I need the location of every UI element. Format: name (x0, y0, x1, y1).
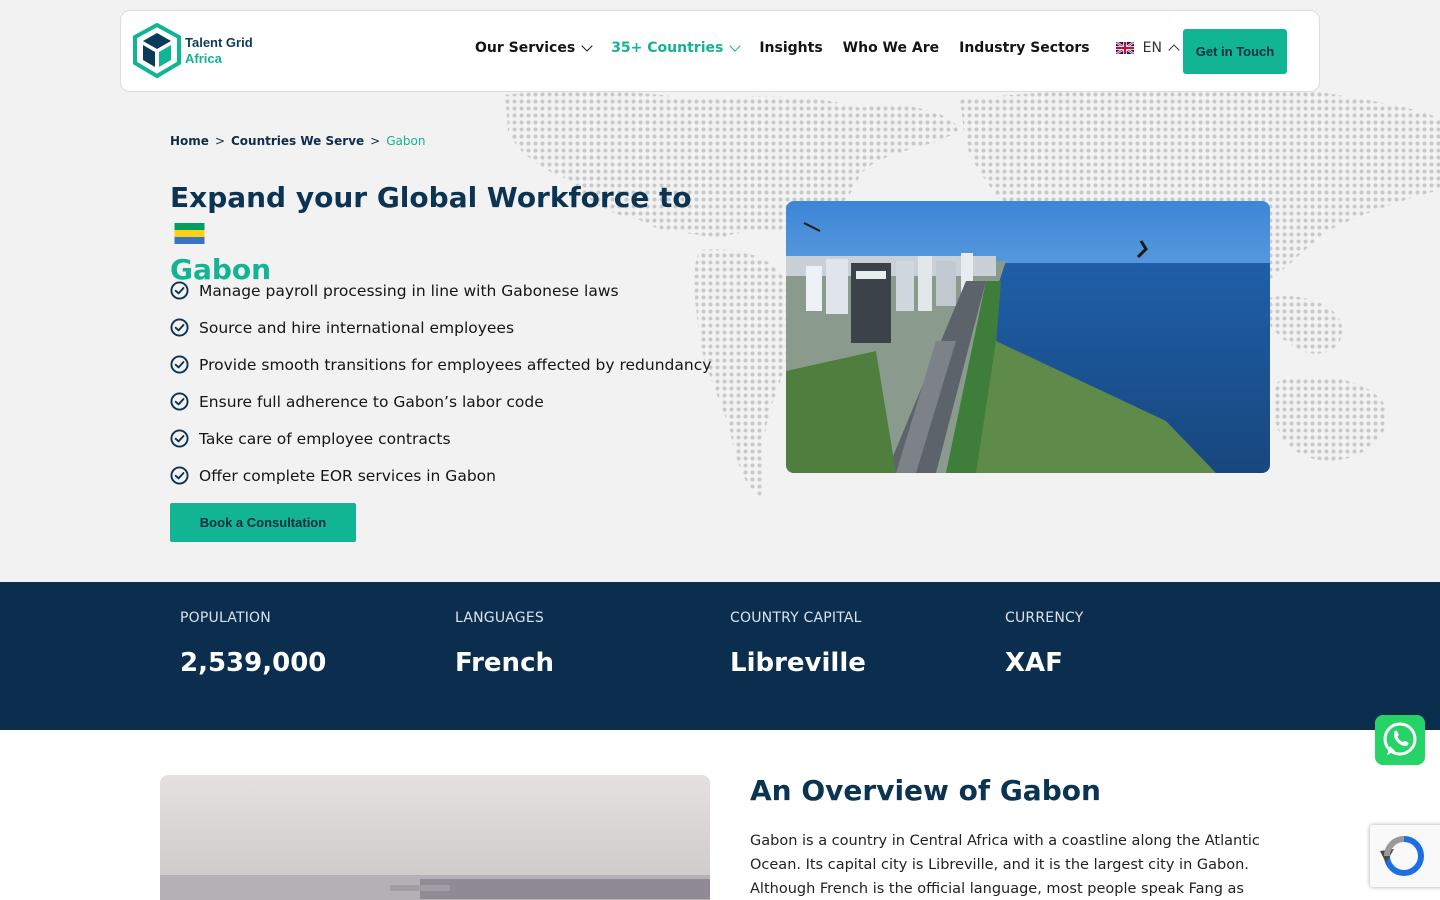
main-nav: Our Services 35+ Countries Insights Who … (475, 39, 1198, 56)
benefits-list: Manage payroll processing in line with G… (170, 272, 711, 494)
logo-text-line1: Talent Grid (185, 35, 253, 50)
nav-who-we-are[interactable]: Who We Are (843, 40, 939, 56)
stat-value: French (455, 648, 554, 678)
get-in-touch-button[interactable]: Get in Touch (1183, 29, 1287, 74)
stat-currency: CURRENCY XAF (1005, 610, 1083, 678)
stat-label: COUNTRY CAPITAL (730, 610, 862, 626)
nav-insights[interactable]: Insights (759, 40, 822, 56)
hero-title-line1: Expand your Global Workforce to (170, 181, 692, 214)
list-item: Offer complete EOR services in Gabon (170, 457, 711, 494)
list-item: Take care of employee contracts (170, 420, 711, 457)
recaptcha-icon (1380, 836, 1424, 876)
list-item-text: Manage payroll processing in line with G… (199, 281, 619, 300)
breadcrumb-separator: > (370, 134, 381, 148)
logo[interactable]: Talent Grid Africa (133, 23, 253, 79)
breadcrumb-countries[interactable]: Countries We Serve (231, 134, 364, 148)
nav-our-services-label: Our Services (475, 40, 576, 56)
gabon-flag-icon (174, 223, 205, 244)
stat-value: XAF (1005, 648, 1063, 678)
chevron-up-icon (1168, 44, 1180, 56)
stat-label: POPULATION (180, 610, 271, 626)
check-circle-icon (170, 466, 189, 485)
logo-cube-icon (133, 23, 181, 79)
breadcrumb: Home > Countries We Serve > Gabon (170, 134, 425, 148)
list-item-text: Source and hire international employees (199, 318, 515, 337)
stat-value: 2,539,000 (180, 648, 327, 678)
whatsapp-chat-button[interactable] (1375, 715, 1425, 765)
nav-countries[interactable]: 35+ Countries (611, 39, 741, 56)
breadcrumb-home[interactable]: Home (170, 134, 209, 148)
nav-who-we-are-label: Who We Are (842, 40, 940, 56)
country-stats-band: POPULATION 2,539,000 LANGUAGES French CO… (0, 582, 1440, 730)
chevron-down-icon (581, 39, 593, 52)
check-circle-icon (170, 281, 189, 300)
nav-our-services[interactable]: Our Services (475, 39, 593, 56)
site-header: Talent Grid Africa Our Services 35+ Coun… (120, 10, 1320, 92)
whatsapp-icon (1383, 722, 1417, 756)
list-item: Ensure full adherence to Gabon’s labor c… (170, 383, 711, 420)
language-switcher[interactable]: EN (1115, 40, 1180, 56)
check-circle-icon (170, 392, 189, 411)
book-consultation-button[interactable]: Book a Consultation (170, 503, 356, 542)
list-item: Provide smooth transitions for employees… (170, 346, 711, 383)
list-item-text: Offer complete EOR services in Gabon (199, 466, 496, 485)
list-item-text: Provide smooth transitions for employees… (199, 355, 712, 374)
stat-label: CURRENCY (1005, 610, 1084, 626)
logo-text-line2: Africa (185, 51, 222, 66)
uk-flag-icon (1115, 42, 1134, 54)
nav-countries-label: 35+ Countries (611, 40, 724, 56)
overview-text: Gabon is a country in Central Africa wit… (750, 833, 1260, 897)
list-item: Manage payroll processing in line with G… (170, 272, 711, 309)
stat-languages: LANGUAGES French (455, 610, 554, 678)
stat-capital: COUNTRY CAPITAL Libreville (730, 610, 866, 678)
list-item-text: Ensure full adherence to Gabon’s labor c… (199, 392, 544, 411)
language-label: EN (1142, 40, 1162, 56)
chevron-down-icon (729, 39, 741, 52)
check-circle-icon (170, 318, 189, 337)
stat-value: Libreville (730, 648, 866, 678)
nav-industry-sectors[interactable]: Industry Sectors (959, 40, 1090, 56)
recaptcha-badge[interactable] (1370, 825, 1440, 887)
list-item-text: Take care of employee contracts (199, 429, 451, 448)
stat-population: POPULATION 2,539,000 (180, 610, 326, 678)
breadcrumb-separator: > (214, 134, 225, 148)
check-circle-icon (170, 429, 189, 448)
list-item: Source and hire international employees (170, 309, 711, 346)
nav-insights-label: Insights (759, 40, 823, 56)
overview-title: An Overview of Gabon (750, 774, 1101, 807)
overview-city-image (160, 775, 710, 900)
hero-city-image (786, 201, 1270, 473)
nav-industry-sectors-label: Industry Sectors (959, 40, 1090, 56)
check-circle-icon (170, 355, 189, 374)
stat-label: LANGUAGES (455, 610, 544, 626)
breadcrumb-current: Gabon (386, 134, 426, 148)
